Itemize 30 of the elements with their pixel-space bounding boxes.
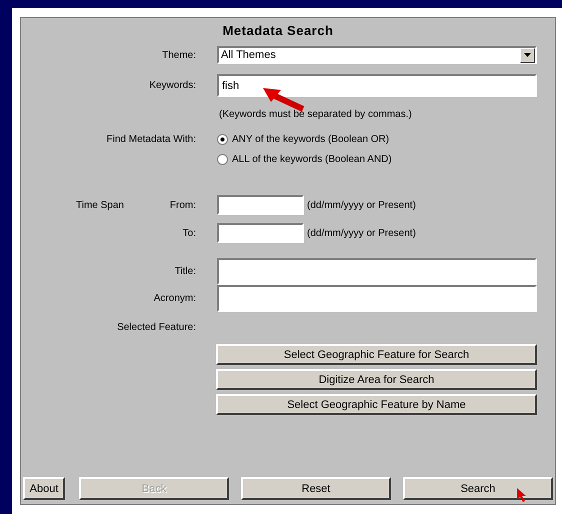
date-field[interactable] bbox=[217, 223, 304, 243]
text-field[interactable] bbox=[217, 258, 537, 285]
text-field[interactable] bbox=[217, 285, 537, 312]
date-field[interactable] bbox=[217, 195, 304, 215]
field-label: Find Metadata With: bbox=[106, 134, 196, 145]
field-label: Keywords: bbox=[149, 80, 196, 91]
field-label: Theme: bbox=[162, 50, 196, 60]
feature-button[interactable]: Select Geographic Feature for Search bbox=[216, 344, 537, 365]
field-label: Acronym: bbox=[154, 293, 196, 304]
field-label: Title: bbox=[174, 266, 196, 277]
mouse-pointer-icon bbox=[517, 488, 526, 502]
feature-button[interactable]: Select Geographic Feature by Name bbox=[216, 394, 537, 415]
field-label: To: bbox=[182, 228, 196, 238]
hint-text: (dd/mm/yyyy or Present) bbox=[307, 228, 416, 238]
hint-text: (Keywords must be separated by commas.) bbox=[219, 109, 413, 120]
toolbar-button[interactable]: About bbox=[23, 477, 65, 500]
hint-text: (dd/mm/yyyy or Present) bbox=[307, 200, 416, 210]
feature-button[interactable]: Digitize Area for Search bbox=[216, 369, 537, 390]
radio-button[interactable] bbox=[217, 134, 228, 145]
toolbar-button[interactable]: Search bbox=[403, 477, 553, 500]
radio-label: ANY of the keywords (Boolean OR) bbox=[232, 134, 390, 145]
window-title: Metadata Search bbox=[222, 23, 334, 38]
theme-dropdown[interactable]: All Themes bbox=[217, 46, 537, 64]
radio-button[interactable] bbox=[217, 154, 228, 165]
radio-label: ALL of the keywords (Boolean AND) bbox=[232, 154, 392, 165]
keywords-field[interactable]: fish bbox=[217, 74, 537, 97]
toolbar-button[interactable]: Reset bbox=[241, 477, 391, 500]
field-label: Time Span bbox=[76, 200, 124, 210]
field-label: Selected Feature: bbox=[117, 322, 196, 335]
field-label: From: bbox=[170, 200, 196, 210]
